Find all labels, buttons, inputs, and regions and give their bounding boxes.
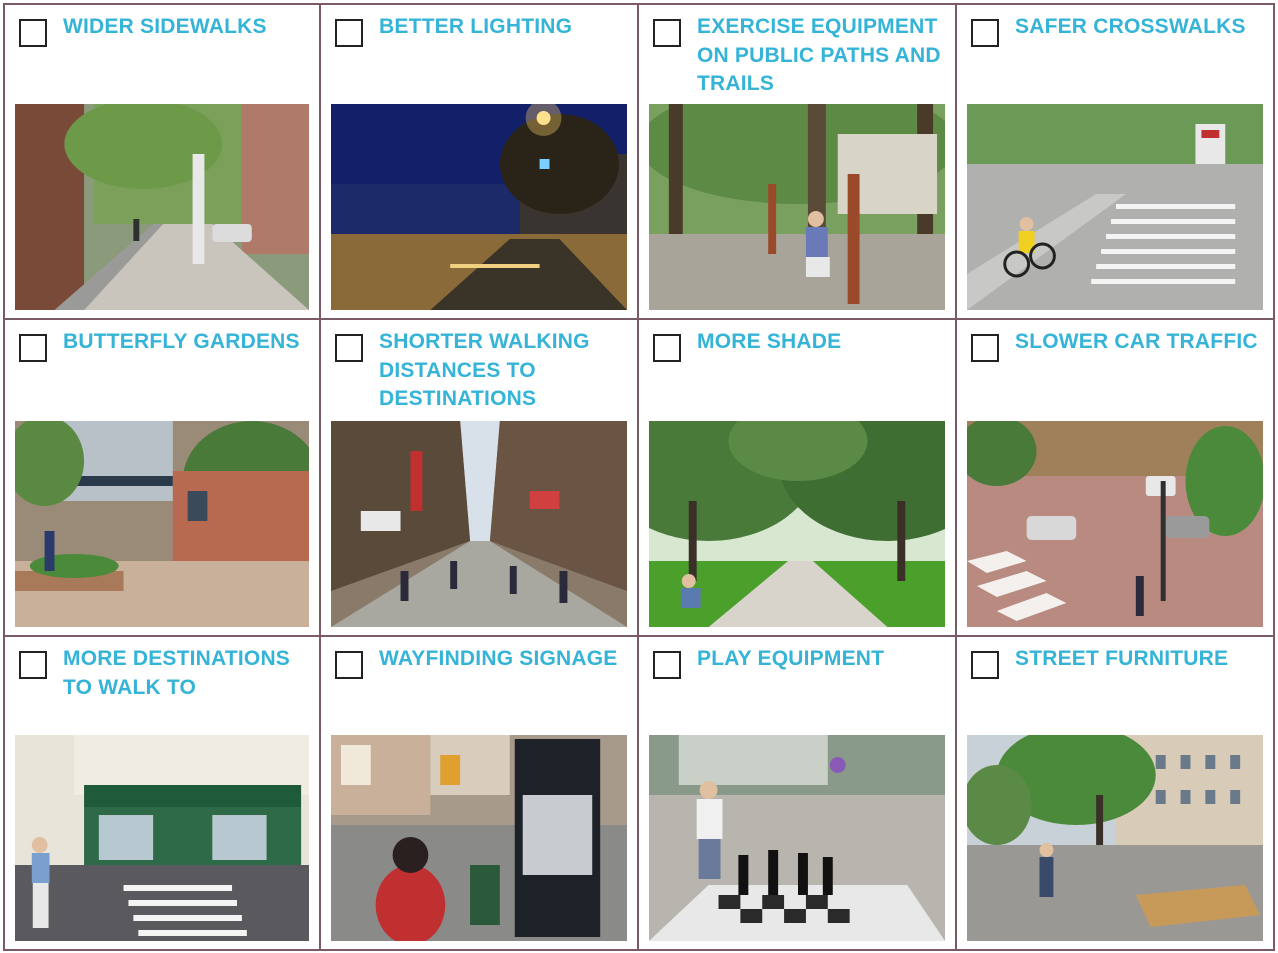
shared-street-plaza-photo [967, 421, 1263, 627]
option-label: WAYFINDING SIGNAGE [379, 647, 618, 670]
option-checkbox[interactable] [335, 334, 363, 362]
plaza-bench-trees-photo [967, 735, 1263, 941]
option-label: BETTER LIGHTING [379, 15, 573, 38]
option-label: EXERCISE EQUIPMENT ON PUBLIC PATHS AND T… [697, 15, 941, 95]
option-card-slower-car-traffic[interactable]: SLOWER CAR TRAFFIC [957, 320, 1275, 637]
wide-sidewalk-street-photo [15, 104, 309, 310]
option-card-better-lighting[interactable]: BETTER LIGHTING [321, 3, 639, 320]
option-card-wayfinding-signage[interactable]: WAYFINDING SIGNAGE [321, 637, 639, 951]
option-label: MORE DESTINATIONS TO WALK TO [63, 647, 291, 699]
survey-options-grid: WIDER SIDEWALKS BETTER LIGHTING EXERCISE… [3, 3, 1275, 951]
tree-canopy-path-photo [649, 421, 945, 627]
option-card-safer-crosswalks[interactable]: SAFER CROSSWALKS [957, 3, 1275, 320]
option-card-shorter-walking-distances[interactable]: SHORTER WALKING DISTANCES TO DESTINATION… [321, 320, 639, 637]
corner-shop-crosswalk-photo [15, 735, 309, 941]
street-map-sign-photo [331, 735, 627, 941]
option-checkbox[interactable] [19, 334, 47, 362]
option-card-street-furniture[interactable]: STREET FURNITURE [957, 637, 1275, 951]
option-checkbox[interactable] [971, 19, 999, 47]
giant-chess-plaza-photo [649, 735, 945, 941]
park-exercise-equipment-photo [649, 104, 945, 310]
option-checkbox[interactable] [335, 651, 363, 679]
option-card-play-equipment[interactable]: PLAY EQUIPMENT [639, 637, 957, 951]
busy-shopping-street-photo [331, 421, 627, 627]
option-checkbox[interactable] [971, 334, 999, 362]
bike-lane-crosswalk-photo [967, 104, 1263, 310]
option-checkbox[interactable] [653, 651, 681, 679]
option-card-wider-sidewalks[interactable]: WIDER SIDEWALKS [3, 3, 321, 320]
option-checkbox[interactable] [335, 19, 363, 47]
option-checkbox[interactable] [19, 19, 47, 47]
option-label: MORE SHADE [697, 330, 842, 353]
option-checkbox[interactable] [19, 651, 47, 679]
option-label: BUTTERFLY GARDENS [63, 330, 300, 353]
option-checkbox[interactable] [653, 19, 681, 47]
option-card-exercise-equipment[interactable]: EXERCISE EQUIPMENT ON PUBLIC PATHS AND T… [639, 3, 957, 320]
option-label: SHORTER WALKING DISTANCES TO DESTINATION… [379, 330, 590, 410]
night-street-lighting-photo [331, 104, 627, 310]
option-card-more-shade[interactable]: MORE SHADE [639, 320, 957, 637]
option-card-more-destinations[interactable]: MORE DESTINATIONS TO WALK TO [3, 637, 321, 951]
option-label: PLAY EQUIPMENT [697, 647, 885, 670]
option-checkbox[interactable] [971, 651, 999, 679]
option-card-butterfly-gardens[interactable]: BUTTERFLY GARDENS [3, 320, 321, 637]
option-label: STREET FURNITURE [1015, 647, 1229, 670]
pedestrian-street-garden-photo [15, 421, 309, 627]
option-label: WIDER SIDEWALKS [63, 15, 267, 38]
option-label: SLOWER CAR TRAFFIC [1015, 330, 1258, 353]
option-checkbox[interactable] [653, 334, 681, 362]
option-label: SAFER CROSSWALKS [1015, 15, 1246, 38]
